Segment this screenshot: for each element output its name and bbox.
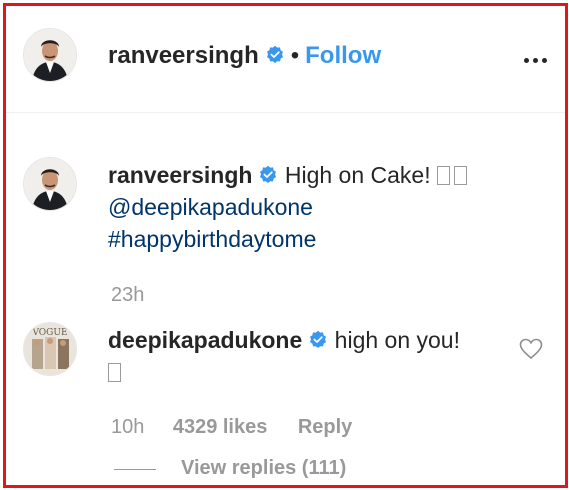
post-panel: ranveersingh • Follow ranveersingh High o… (3, 3, 568, 488)
comment-line-2 (108, 356, 508, 388)
verified-badge-icon (266, 45, 283, 63)
comment-avatar-image: VOGUE (24, 323, 76, 375)
author-avatar[interactable] (23, 28, 77, 82)
caption-avatar-image (24, 158, 76, 210)
heart-outline-icon[interactable] (519, 338, 543, 360)
follow-button[interactable]: Follow (305, 42, 381, 69)
comment-actions: 10h 4329 likes Reply (111, 416, 352, 439)
caption-line-1: ranveersingh High on Cake! (108, 159, 528, 191)
replies-divider (114, 469, 156, 470)
post-header: ranveersingh • Follow (6, 6, 565, 113)
caption-avatar[interactable] (23, 157, 77, 211)
caption-body: ranveersingh High on Cake! @deepikapaduk… (108, 159, 528, 255)
caption-username[interactable]: ranveersingh (108, 162, 252, 188)
comment-body: deepikapadukone high on you! (108, 324, 508, 388)
comment-avatar[interactable]: VOGUE (23, 322, 77, 376)
svg-text:VOGUE: VOGUE (31, 328, 67, 338)
more-options-icon[interactable] (520, 50, 547, 68)
emoji-placeholder-icon (108, 363, 121, 382)
verified-badge-icon (260, 165, 277, 183)
caption-timestamp[interactable]: 23h (111, 284, 144, 307)
author-avatar-image (24, 29, 76, 81)
comment-line-1: deepikapadukone high on you! (108, 324, 508, 356)
caption-text: High on Cake! (284, 162, 431, 188)
view-replies-button[interactable]: View replies (111) (181, 457, 346, 480)
emoji-placeholder-icon (436, 166, 450, 185)
author-username[interactable]: ranveersingh (108, 42, 259, 69)
verified-badge-icon (310, 330, 327, 348)
comment-text: high on you! (334, 327, 460, 353)
comment-timestamp[interactable]: 10h (111, 416, 144, 438)
caption-hashtag-link[interactable]: #happybirthdaytome (108, 223, 528, 255)
caption-mention-link[interactable]: @deepikapadukone (108, 191, 528, 223)
header-separator: • (290, 42, 300, 69)
comment-username[interactable]: deepikapadukone (108, 327, 302, 353)
header-line: ranveersingh • Follow (108, 42, 381, 70)
comment-reply-button[interactable]: Reply (298, 416, 352, 438)
comment-likes[interactable]: 4329 likes (173, 416, 268, 438)
emoji-placeholder-icon (453, 166, 467, 185)
